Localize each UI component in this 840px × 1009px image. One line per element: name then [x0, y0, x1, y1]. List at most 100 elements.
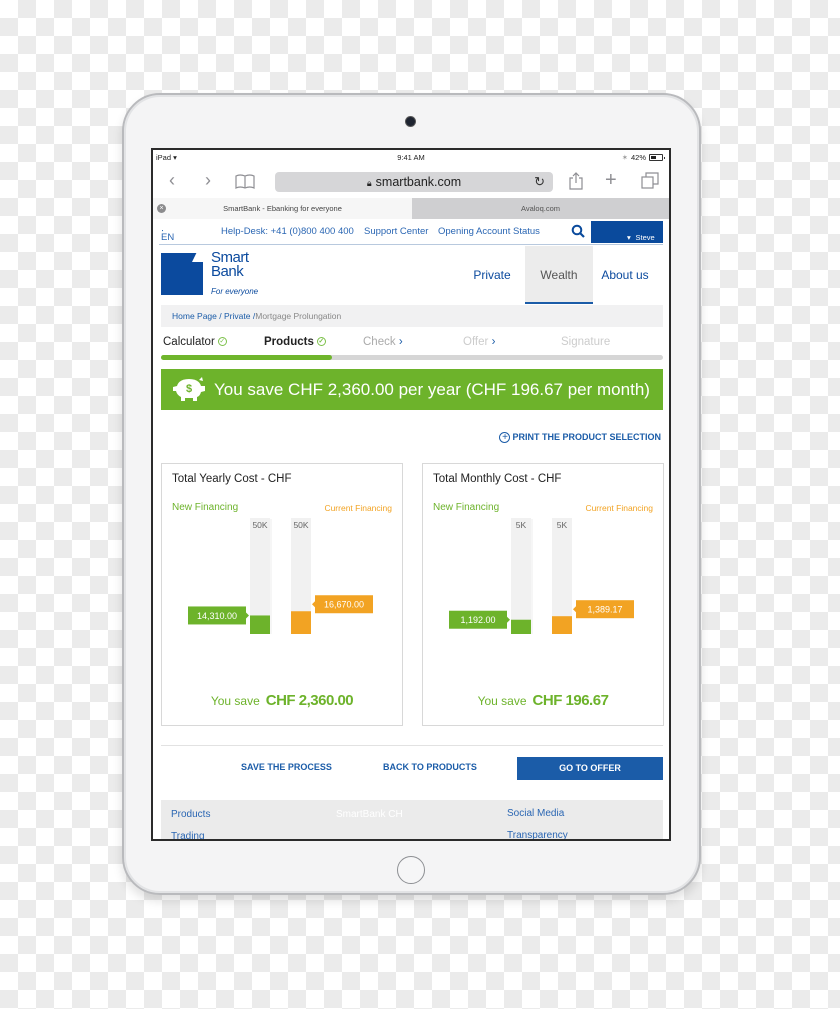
logo[interactable] [161, 253, 203, 295]
bluetooth-icon: ✶ [621, 153, 628, 162]
bar-new-financing [511, 619, 531, 634]
new-financing-label: New Financing [172, 502, 239, 513]
yearly-cost-chart: 50K 14,310.00 50K 16,670.00 [188, 518, 373, 634]
camera-icon [406, 117, 415, 126]
reload-icon[interactable]: ↻ [534, 172, 545, 192]
saving-label: You save [210, 694, 260, 708]
user-menu-button[interactable]: Steve Bauhmann ▾ [591, 221, 663, 264]
bar-new-financing [250, 615, 270, 634]
new-financing-label: New Financing [433, 502, 500, 513]
saving-summary: You save CHF 2,360.00 [162, 692, 402, 710]
lock-icon: 🔒︎ [366, 178, 372, 188]
browser-tabs: × SmartBank - Ebanking for everyone Aval… [153, 198, 669, 219]
saving-summary: You save CHF 196.67 [423, 692, 663, 710]
step-calculator[interactable]: Calculator ✓ [163, 336, 227, 348]
footer-link-transparency[interactable]: Transparency [507, 830, 568, 839]
chevron-right-icon: › [398, 336, 403, 348]
piggy-bank-icon: $ [173, 377, 205, 401]
bar-track [511, 518, 531, 634]
value-label: 1,192.00 [460, 615, 495, 625]
value-label: 16,670.00 [324, 600, 364, 610]
forward-icon[interactable]: › [205, 170, 211, 190]
value-tag-pointer [573, 606, 576, 613]
divider [161, 745, 663, 746]
browser-toolbar: ‹ › 🔒︎ smartbank.com ↻ + [153, 166, 669, 196]
monthly-cost-chart: 5K 1,192.00 5K 1,389.17 [449, 518, 634, 634]
bar-current-financing [552, 616, 572, 634]
yearly-cost-card: Total Yearly Cost - CHF New Financing Cu… [161, 463, 403, 726]
breadcrumb: Home Page / Private /Mortgage Prolungati… [161, 305, 663, 327]
brand-tagline: For everyone [211, 287, 259, 296]
check-icon: ✓ [316, 337, 326, 347]
close-tab-icon[interactable]: × [157, 204, 166, 213]
current-financing-label: Current Financing [324, 503, 392, 513]
value-label: 1,389.17 [587, 605, 622, 615]
progress-bar [161, 355, 663, 360]
tabs-icon[interactable] [641, 172, 659, 190]
step-products[interactable]: Products ✓ [264, 336, 326, 348]
footer-brand: SmartBank CH [336, 809, 403, 820]
max-label: 50K [293, 520, 308, 530]
nav-about-us[interactable]: About us [595, 246, 655, 304]
tab-label: SmartBank - Ebanking for everyone [223, 204, 342, 213]
tab-label: Avaloq.com [520, 204, 561, 213]
saving-value: CHF 196.67 [532, 692, 609, 709]
current-financing-label: Current Financing [585, 503, 653, 513]
brand-name: Smart Bank [211, 249, 249, 280]
status-bar: iPad ▾ 9:41 AM ✶ 42% [153, 150, 669, 166]
breadcrumb-private[interactable]: Private [224, 311, 250, 321]
back-to-products-button[interactable]: BACK TO PRODUCTS [383, 762, 477, 772]
site-topbar: EN ‧ Help-Desk: +41 (0)800 400 400 Suppor… [159, 220, 663, 264]
search-icon[interactable] [571, 224, 585, 238]
screen: iPad ▾ 9:41 AM ✶ 42% ‹ › 🔒︎ smartbank.com… [151, 148, 671, 841]
share-icon[interactable] [569, 172, 583, 190]
save-process-button[interactable]: SAVE THE PROCESS [241, 762, 332, 772]
monthly-cost-card: Total Monthly Cost - CHF New Financing C… [422, 463, 664, 726]
step-signature[interactable]: Signature [561, 336, 610, 348]
footer-link-trading[interactable]: Trading [171, 831, 205, 839]
address-bar[interactable]: 🔒︎ smartbank.com ↻ [275, 172, 553, 192]
saving-label: You save [477, 694, 527, 708]
print-product-selection-link[interactable]: + PRINT THE PRODUCT SELECTION [499, 432, 661, 443]
bar-current-financing [291, 611, 311, 634]
support-center-link[interactable]: Support Center [364, 226, 428, 237]
card-title: Total Monthly Cost - CHF [433, 473, 562, 485]
new-tab-icon[interactable]: + [605, 170, 617, 190]
nav-wealth[interactable]: Wealth [525, 246, 593, 304]
value-tag-pointer [507, 616, 510, 623]
process-steps: Calculator ✓ Products ✓ Check › Offer › Si… [161, 336, 663, 356]
check-icon: ✓ [217, 337, 227, 347]
footer: Products Trading SmartBank CH Social Med… [161, 800, 663, 839]
savings-text: You save CHF 2,360.00 per year (CHF 196.… [214, 380, 650, 399]
card-title: Total Yearly Cost - CHF [172, 473, 292, 485]
max-label: 50K [252, 520, 267, 530]
plus-circle-icon: + [499, 432, 511, 443]
footer-link-products[interactable]: Products [171, 809, 210, 820]
value-tag-pointer [312, 601, 315, 608]
tab-avaloq[interactable]: Avaloq.com [412, 198, 669, 219]
footer-link-social-media[interactable]: Social Media [507, 808, 564, 819]
battery-icon [649, 154, 665, 161]
account-status-link[interactable]: Opening Account Status [438, 226, 540, 237]
back-icon[interactable]: ‹ [169, 170, 175, 190]
max-label: 5K [557, 520, 568, 530]
chevron-right-icon: › [491, 336, 496, 348]
go-to-offer-button[interactable]: GO TO OFFER [517, 757, 663, 780]
progress-fill [161, 355, 332, 360]
language-selector[interactable]: EN ‧ [161, 226, 174, 243]
tab-smartbank[interactable]: × SmartBank - Ebanking for everyone [153, 198, 412, 219]
svg-text:$: $ [186, 383, 192, 395]
nav-private[interactable]: Private [463, 246, 521, 304]
step-offer[interactable]: Offer › [463, 336, 495, 348]
breadcrumb-current: Mortgage Prolungation [255, 311, 342, 321]
home-button[interactable] [397, 856, 425, 884]
bookmarks-icon[interactable] [235, 174, 255, 189]
savings-banner: $ You save CHF 2,360.00 per year (CHF 19… [161, 369, 663, 410]
saving-value: CHF 2,360.00 [265, 692, 354, 709]
url-text: smartbank.com [375, 175, 462, 189]
battery-percent: 42% [630, 153, 646, 162]
step-check[interactable]: Check › [363, 336, 403, 348]
value-tag-pointer [246, 612, 249, 619]
helpdesk-link[interactable]: Help-Desk: +41 (0)800 400 400 [221, 226, 354, 237]
breadcrumb-home[interactable]: Home Page [172, 311, 217, 321]
